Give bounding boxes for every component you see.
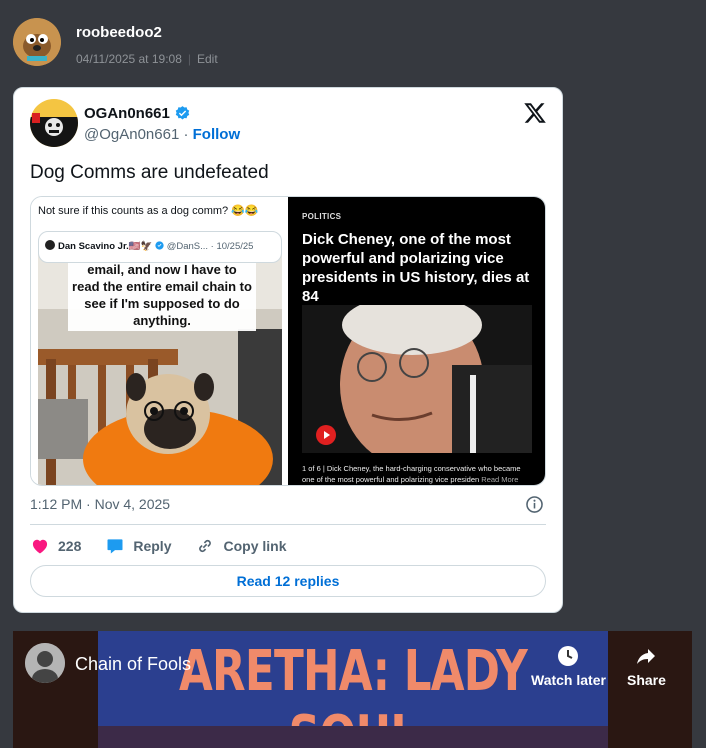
share-button[interactable]: Share xyxy=(627,644,666,688)
heart-icon xyxy=(32,539,48,554)
play-icon[interactable] xyxy=(316,425,336,445)
share-label: Share xyxy=(627,672,666,688)
tweet-handle[interactable]: @OgAn0n661 xyxy=(84,126,179,143)
news-caption: 1 of 6 | Dick Cheney, the hard-charging … xyxy=(302,463,532,485)
reply-bubble-icon xyxy=(107,539,123,554)
media-caption: Not sure if this counts as a dog comm? 😂… xyxy=(38,205,259,217)
thumbnail-lower-band xyxy=(98,726,608,748)
reply-label: Reply xyxy=(133,538,172,554)
channel-avatar[interactable] xyxy=(25,643,65,683)
follow-button[interactable]: Follow xyxy=(193,126,241,143)
meme-overlay-text: email, and now I have to read the entire… xyxy=(68,259,256,331)
video-title[interactable]: Chain of Fools xyxy=(75,654,191,675)
tweet-text: Dog Comms are undefeated xyxy=(30,162,269,183)
tweet-timestamp[interactable]: 1:12 PM · Nov 4, 2025 xyxy=(30,496,170,512)
pug-photo: email, and now I have to read the entire… xyxy=(38,249,282,485)
like-count: 228 xyxy=(58,538,82,554)
tweet-media[interactable]: email, and now I have to read the entire… xyxy=(30,196,546,486)
tweet-author-avatar[interactable] xyxy=(30,99,78,147)
quote-avatar-icon xyxy=(45,240,55,250)
media-image-right[interactable]: POLITICS Dick Cheney, one of the most po… xyxy=(288,197,545,485)
x-logo-icon[interactable] xyxy=(523,101,547,125)
news-section-label: POLITICS xyxy=(302,212,342,221)
copy-link-label: Copy link xyxy=(223,538,287,554)
youtube-embed[interactable]: ARETHA: LADY SOUL Chain of Fools Watch l… xyxy=(13,631,692,748)
tweet-handle-line: @OgAn0n661 · Follow xyxy=(84,126,240,143)
share-arrow-icon xyxy=(637,649,656,664)
user-avatar[interactable] xyxy=(13,18,61,66)
news-headline: Dick Cheney, one of the most powerful an… xyxy=(302,231,530,305)
tweet-divider xyxy=(30,524,546,525)
meta-divider: | xyxy=(187,52,191,66)
info-icon[interactable] xyxy=(525,495,544,514)
media-image-left[interactable]: email, and now I have to read the entire… xyxy=(31,197,284,485)
tweet-display-name[interactable]: OGAn0n661 xyxy=(84,105,191,122)
quoted-tweet-header[interactable]: Dan Scavino Jr.🇺🇸🦅 @DanS... · 10/25/25 xyxy=(38,231,282,263)
watch-later-button[interactable]: Watch later xyxy=(531,644,606,688)
reply-button[interactable]: Reply xyxy=(105,536,171,556)
watch-later-label: Watch later xyxy=(531,672,606,688)
copy-link-button[interactable]: Copy link xyxy=(195,536,287,556)
post-meta: 04/11/2025 at 19:08 | Edit xyxy=(76,52,218,66)
quote-author: Dan Scavino Jr.🇺🇸🦅 xyxy=(58,241,153,252)
tweet-actions: 228 Reply Copy link xyxy=(30,536,311,556)
verified-icon xyxy=(175,106,190,120)
like-button[interactable]: 228 xyxy=(30,536,81,556)
clock-icon xyxy=(558,646,579,666)
read-replies-button[interactable]: Read 12 replies xyxy=(30,565,546,597)
verified-icon xyxy=(155,241,164,250)
tweet-embed: OGAn0n661 @OgAn0n661 · Follow Dog Comms … xyxy=(13,87,563,613)
post-timestamp: 04/11/2025 at 19:08 xyxy=(76,52,182,66)
edit-link[interactable]: Edit xyxy=(197,52,218,66)
handle-separator: · xyxy=(179,126,193,143)
post-username[interactable]: roobeedoo2 xyxy=(76,24,162,41)
link-icon xyxy=(199,539,212,553)
display-name-text[interactable]: OGAn0n661 xyxy=(84,105,170,122)
quote-date: · 10/25/25 xyxy=(210,241,254,252)
read-more-link[interactable]: Read More xyxy=(481,475,518,484)
quote-handle: @DanS... xyxy=(166,241,209,252)
cheney-photo xyxy=(302,305,532,453)
